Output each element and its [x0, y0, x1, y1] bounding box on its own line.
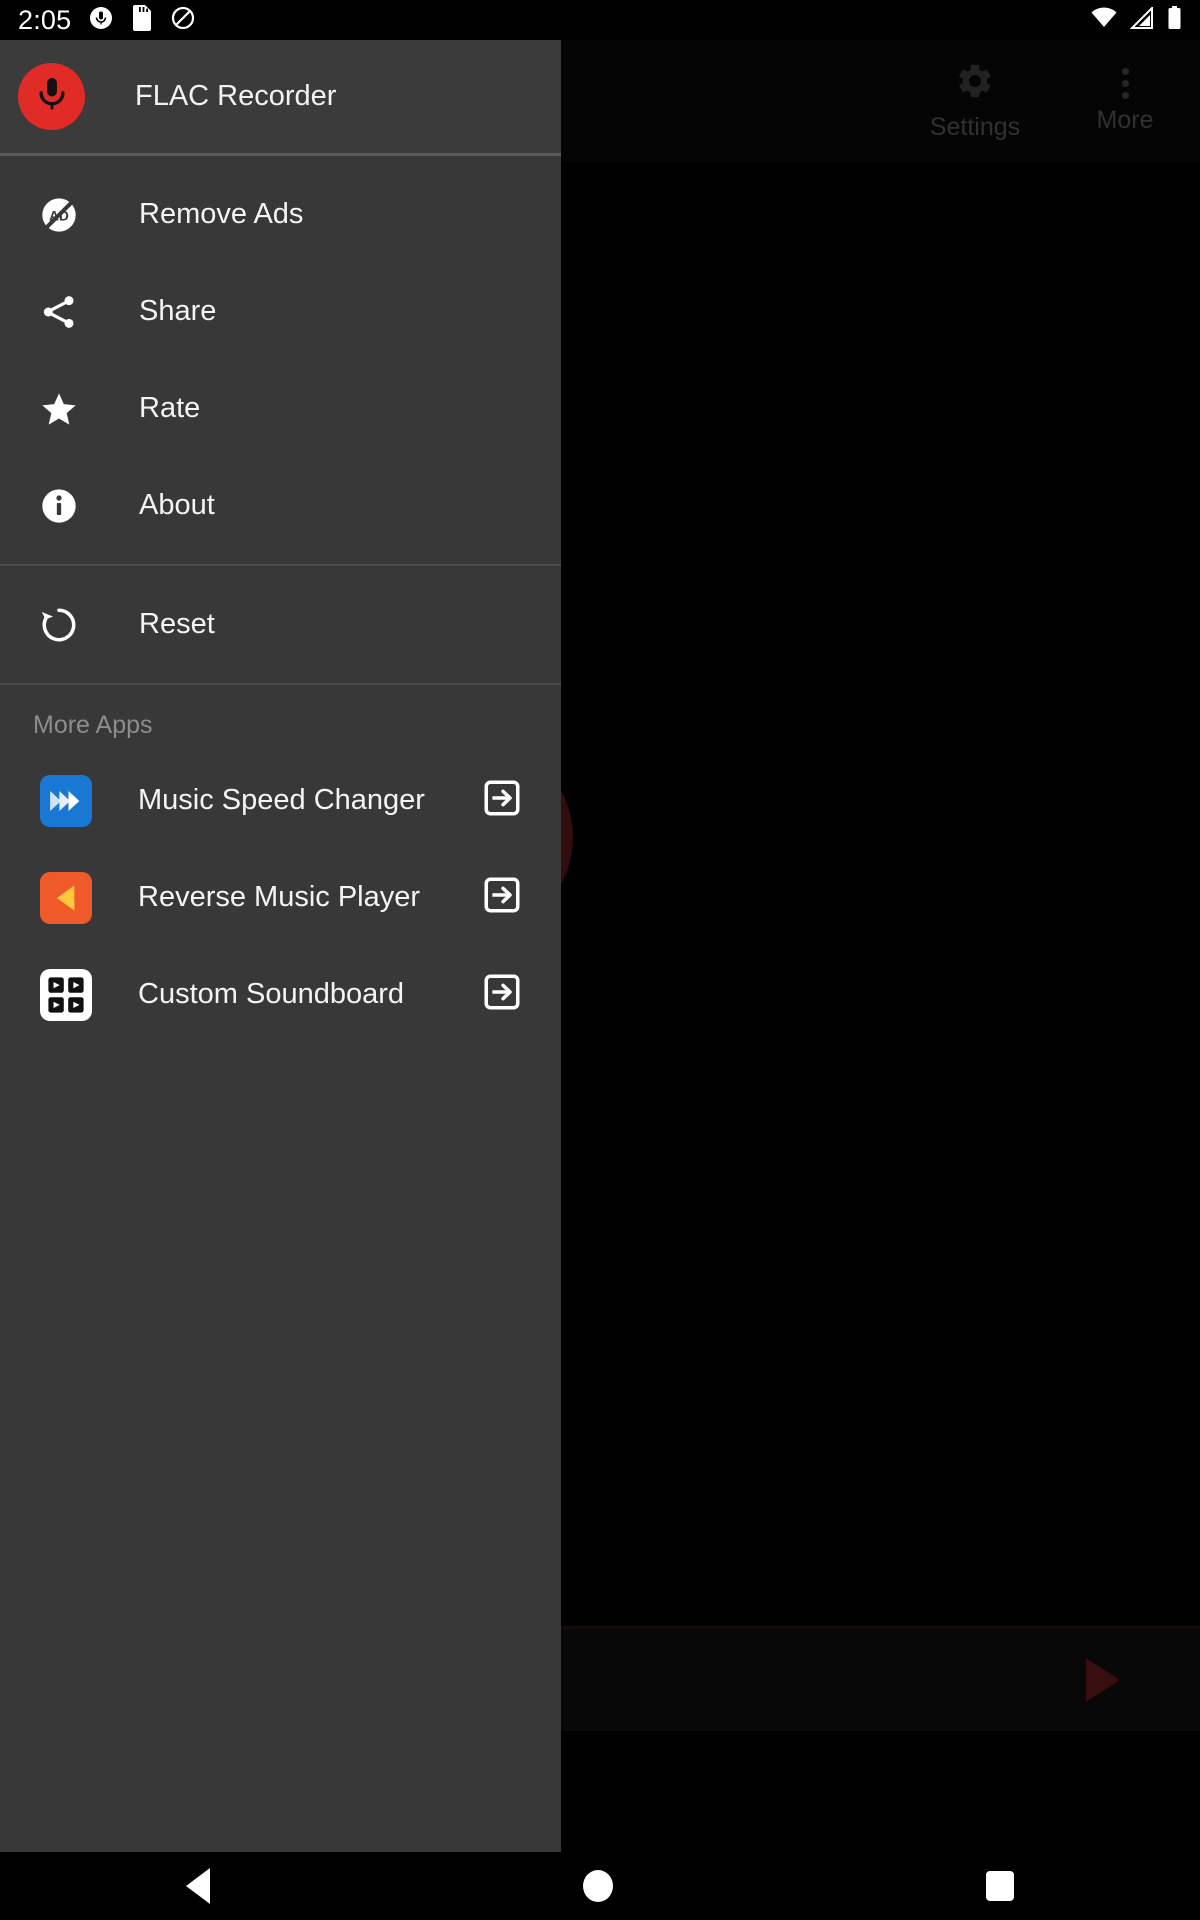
open-in-app-icon[interactable] — [481, 777, 523, 824]
reverse-play-icon — [40, 871, 92, 924]
soundboard-grid-icon — [40, 968, 92, 1021]
sd-card-icon — [131, 4, 153, 36]
android-navigation-bar — [0, 1852, 1200, 1920]
recents-button[interactable] — [985, 1871, 1014, 1901]
status-bar-clock: 2:05 — [18, 4, 72, 35]
fast-forward-icon — [40, 774, 92, 827]
battery-icon — [1167, 5, 1182, 35]
more-app-label: Music Speed Changer — [138, 784, 425, 816]
microphone-recording-icon — [89, 6, 113, 35]
cell-signal-icon — [1129, 5, 1154, 34]
drawer-item-label: Remove Ads — [139, 198, 304, 230]
remove-ads-icon: AD — [33, 195, 85, 235]
more-app-music-speed-changer[interactable]: Music Speed Changer — [0, 752, 561, 849]
share-icon — [33, 292, 85, 332]
more-app-reverse-music-player[interactable]: Reverse Music Player — [0, 849, 561, 946]
drawer-item-reset[interactable]: Reset — [0, 576, 561, 673]
do-not-disturb-icon — [171, 6, 195, 35]
app-logo — [18, 63, 85, 130]
star-icon — [33, 389, 85, 429]
drawer-item-rate[interactable]: Rate — [0, 360, 561, 457]
microphone-icon — [31, 73, 73, 120]
drawer-item-share[interactable]: Share — [0, 263, 561, 360]
more-apps-section-title: More Apps — [33, 711, 153, 739]
drawer-item-about[interactable]: About — [0, 457, 561, 554]
drawer-reset-group: Reset — [0, 566, 561, 683]
info-icon — [33, 486, 85, 526]
drawer-item-label: About — [139, 489, 215, 521]
more-app-label: Reverse Music Player — [138, 881, 421, 913]
drawer-app-title: FLAC Recorder — [135, 80, 337, 112]
drawer-item-label: Rate — [139, 392, 201, 424]
status-bar-system-icons — [1091, 5, 1182, 35]
restore-icon — [33, 604, 85, 646]
open-in-app-icon[interactable] — [481, 874, 523, 921]
svg-text:AD: AD — [49, 208, 69, 223]
status-bar: 2:05 — [0, 0, 1200, 40]
drawer-item-label: Reset — [139, 608, 215, 640]
more-app-custom-soundboard[interactable]: Custom Soundboard — [0, 946, 561, 1043]
status-bar-notification-icons — [89, 4, 195, 36]
wifi-icon — [1091, 6, 1117, 34]
drawer-header: FLAC Recorder — [0, 40, 561, 153]
drawer-item-remove-ads[interactable]: AD Remove Ads — [0, 166, 561, 263]
open-in-app-icon[interactable] — [481, 971, 523, 1018]
drawer-item-label: Share — [139, 295, 217, 327]
drawer-menu-group: AD Remove Ads Share Rate About — [0, 156, 561, 564]
phone-screen: 2:05 FLAC Recorder AD Remove Ads Share R… — [0, 0, 1200, 1920]
navigation-drawer: FLAC Recorder AD Remove Ads Share Rate A… — [0, 40, 561, 1852]
back-button[interactable] — [186, 1868, 211, 1904]
home-button[interactable] — [582, 1870, 613, 1902]
more-app-label: Custom Soundboard — [138, 978, 404, 1010]
